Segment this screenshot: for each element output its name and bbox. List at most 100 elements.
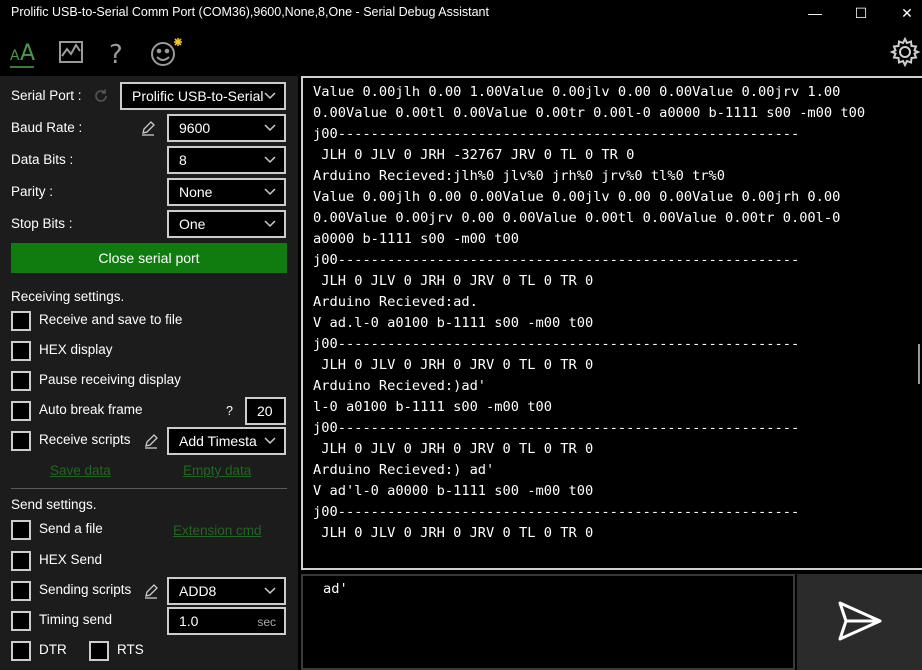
serial-port-label: Serial Port : [11,88,82,103]
chevron-down-icon [264,583,276,595]
output-line: Arduino Recieved:) ad' [313,462,495,478]
emoji-icon[interactable] [148,36,184,68]
output-line: JLH 0 JLV 0 JRH 0 JRV 0 TL 0 TR 0 [313,357,594,373]
output-line: Value 0.00jlh 0.00 0.00Value 0.00jlv 0.0… [313,189,841,205]
chart-icon[interactable] [55,36,87,68]
output-line: JLH 0 JLV 0 JRH -32767 JRV 0 TL 0 TR 0 [313,147,635,163]
pen-icon[interactable] [143,583,159,599]
dtr-checkbox[interactable] [11,641,31,661]
receive-scripts-checkbox[interactable] [11,431,31,451]
baud-rate-select[interactable]: 9600 [167,114,286,142]
send-script-select[interactable]: ADD8 [167,577,286,605]
chevron-down-icon [264,88,276,100]
pen-icon[interactable] [140,120,156,136]
chevron-down-icon [264,433,276,445]
output-line: j00-------------------------------------… [313,126,800,142]
auto-break-help[interactable]: ? [226,404,233,418]
chevron-down-icon [264,216,276,228]
sending-scripts-checkbox[interactable] [11,581,31,601]
extension-cmd-link[interactable]: Extension cmd [173,523,262,538]
refresh-icon[interactable] [93,88,109,104]
output-line: JLH 0 JLV 0 JRH 0 JRV 0 TL 0 TR 0 [313,525,594,541]
pause-display-checkbox[interactable] [11,371,31,391]
save-data-link[interactable]: Save data [50,463,111,478]
empty-data-link[interactable]: Empty data [183,463,251,478]
chevron-down-icon [264,184,276,196]
send-script-value: ADD8 [179,583,217,599]
svg-text:A: A [10,48,20,64]
output-line: j00-------------------------------------… [313,504,800,520]
serial-port-value: Prolific USB-to-Serial [132,88,264,104]
receive-script-value: Add Timesta [179,433,257,449]
stop-bits-label: Stop Bits : [11,216,73,231]
output-scrollbar[interactable] [918,344,920,384]
data-bits-label: Data Bits : [11,152,74,167]
output-line: JLH 0 JLV 0 JRH 0 JRV 0 TL 0 TR 0 [313,441,594,457]
stop-bits-value: One [179,216,206,232]
timing-send-label: Timing send [39,612,113,627]
timing-interval-input[interactable]: 1.0 sec [167,607,286,635]
output-line: Arduino Recieved:jlh%0 jlv%0 jrh%0 jrv%0… [313,168,726,184]
parity-select[interactable]: None [167,178,286,206]
gear-icon[interactable] [889,36,921,68]
output-line: 0.00Value 0.00tl 0.00Value 0.00tr 0.00l-… [313,105,866,121]
chevron-down-icon [264,120,276,132]
help-icon[interactable]: ? [101,36,133,70]
dtr-label: DTR [39,642,67,657]
output-line: V ad.l-0 a0100 b-1111 s00 -m00 t00 [313,315,594,331]
receive-scripts-label: Receive scripts [39,432,131,447]
output-line: Arduino Recieved:)ad' [313,378,487,394]
hex-display-checkbox[interactable] [11,341,31,361]
output-line: j00-------------------------------------… [313,420,800,436]
minimize-button[interactable]: — [792,0,838,28]
font-size-icon[interactable]: AA [8,36,40,68]
output-line: j00-------------------------------------… [313,252,800,268]
timing-send-checkbox[interactable] [11,611,31,631]
receive-save-file-checkbox[interactable] [11,311,31,331]
svg-text:A: A [20,41,35,66]
receive-output[interactable]: Value 0.00jlh 0.00 1.00Value 0.00jlv 0.0… [301,76,922,570]
output-line: 0.00Value 0.00jrv 0.00 0.00Value 0.00tl … [313,210,841,226]
output-line: Value 0.00jlh 0.00 1.00Value 0.00jlv 0.0… [313,84,841,100]
send-button[interactable] [797,574,922,670]
title-bar: Prolific USB-to-Serial Comm Port (COM36)… [0,0,922,28]
auto-break-label: Auto break frame [39,402,143,417]
output-line: j00-------------------------------------… [313,336,800,352]
output-line: l-0 a0100 b-1111 s00 -m00 t00 [313,399,552,415]
rts-checkbox[interactable] [89,641,109,661]
output-line: Arduino Recieved:ad. [313,294,478,310]
send-input[interactable]: ad' [301,574,795,670]
baud-rate-value: 9600 [179,120,211,136]
auto-break-input[interactable]: 20 [245,397,286,425]
close-serial-port-button[interactable]: Close serial port [11,243,287,273]
sending-scripts-label: Sending scripts [39,582,132,597]
stop-bits-select[interactable]: One [167,210,286,238]
timing-interval-value: 1.0 [179,613,199,629]
pen-icon[interactable] [143,433,159,449]
hex-display-label: HEX display [39,342,113,357]
section-divider [11,488,287,489]
auto-break-value: 20 [257,403,273,419]
chevron-down-icon [264,152,276,164]
data-bits-select[interactable]: 8 [167,146,286,174]
hex-send-checkbox[interactable] [11,551,31,571]
active-tab-indicator [10,66,34,68]
send-icon [838,601,882,641]
window-title: Prolific USB-to-Serial Comm Port (COM36)… [11,5,489,19]
baud-rate-label: Baud Rate : [11,120,83,135]
send-settings-title: Send settings. [11,497,97,512]
maximize-button[interactable]: ☐ [838,0,884,28]
auto-break-checkbox[interactable] [11,401,31,421]
pause-display-label: Pause receiving display [39,372,181,387]
receive-save-file-label: Receive and save to file [39,312,183,327]
send-file-label: Send a file [39,521,103,536]
close-window-button[interactable]: ✕ [884,0,922,28]
output-line: V ad'l-0 a0000 b-1111 s00 -m00 t00 [313,483,594,499]
receive-script-select[interactable]: Add Timesta [167,427,286,455]
rts-label: RTS [117,642,144,657]
send-file-checkbox[interactable] [11,520,31,540]
serial-port-select[interactable]: Prolific USB-to-Serial [120,82,286,110]
output-line: a0000 b-1111 s00 -m00 t00 [313,231,520,247]
parity-value: None [179,184,213,200]
data-bits-value: 8 [179,152,187,168]
